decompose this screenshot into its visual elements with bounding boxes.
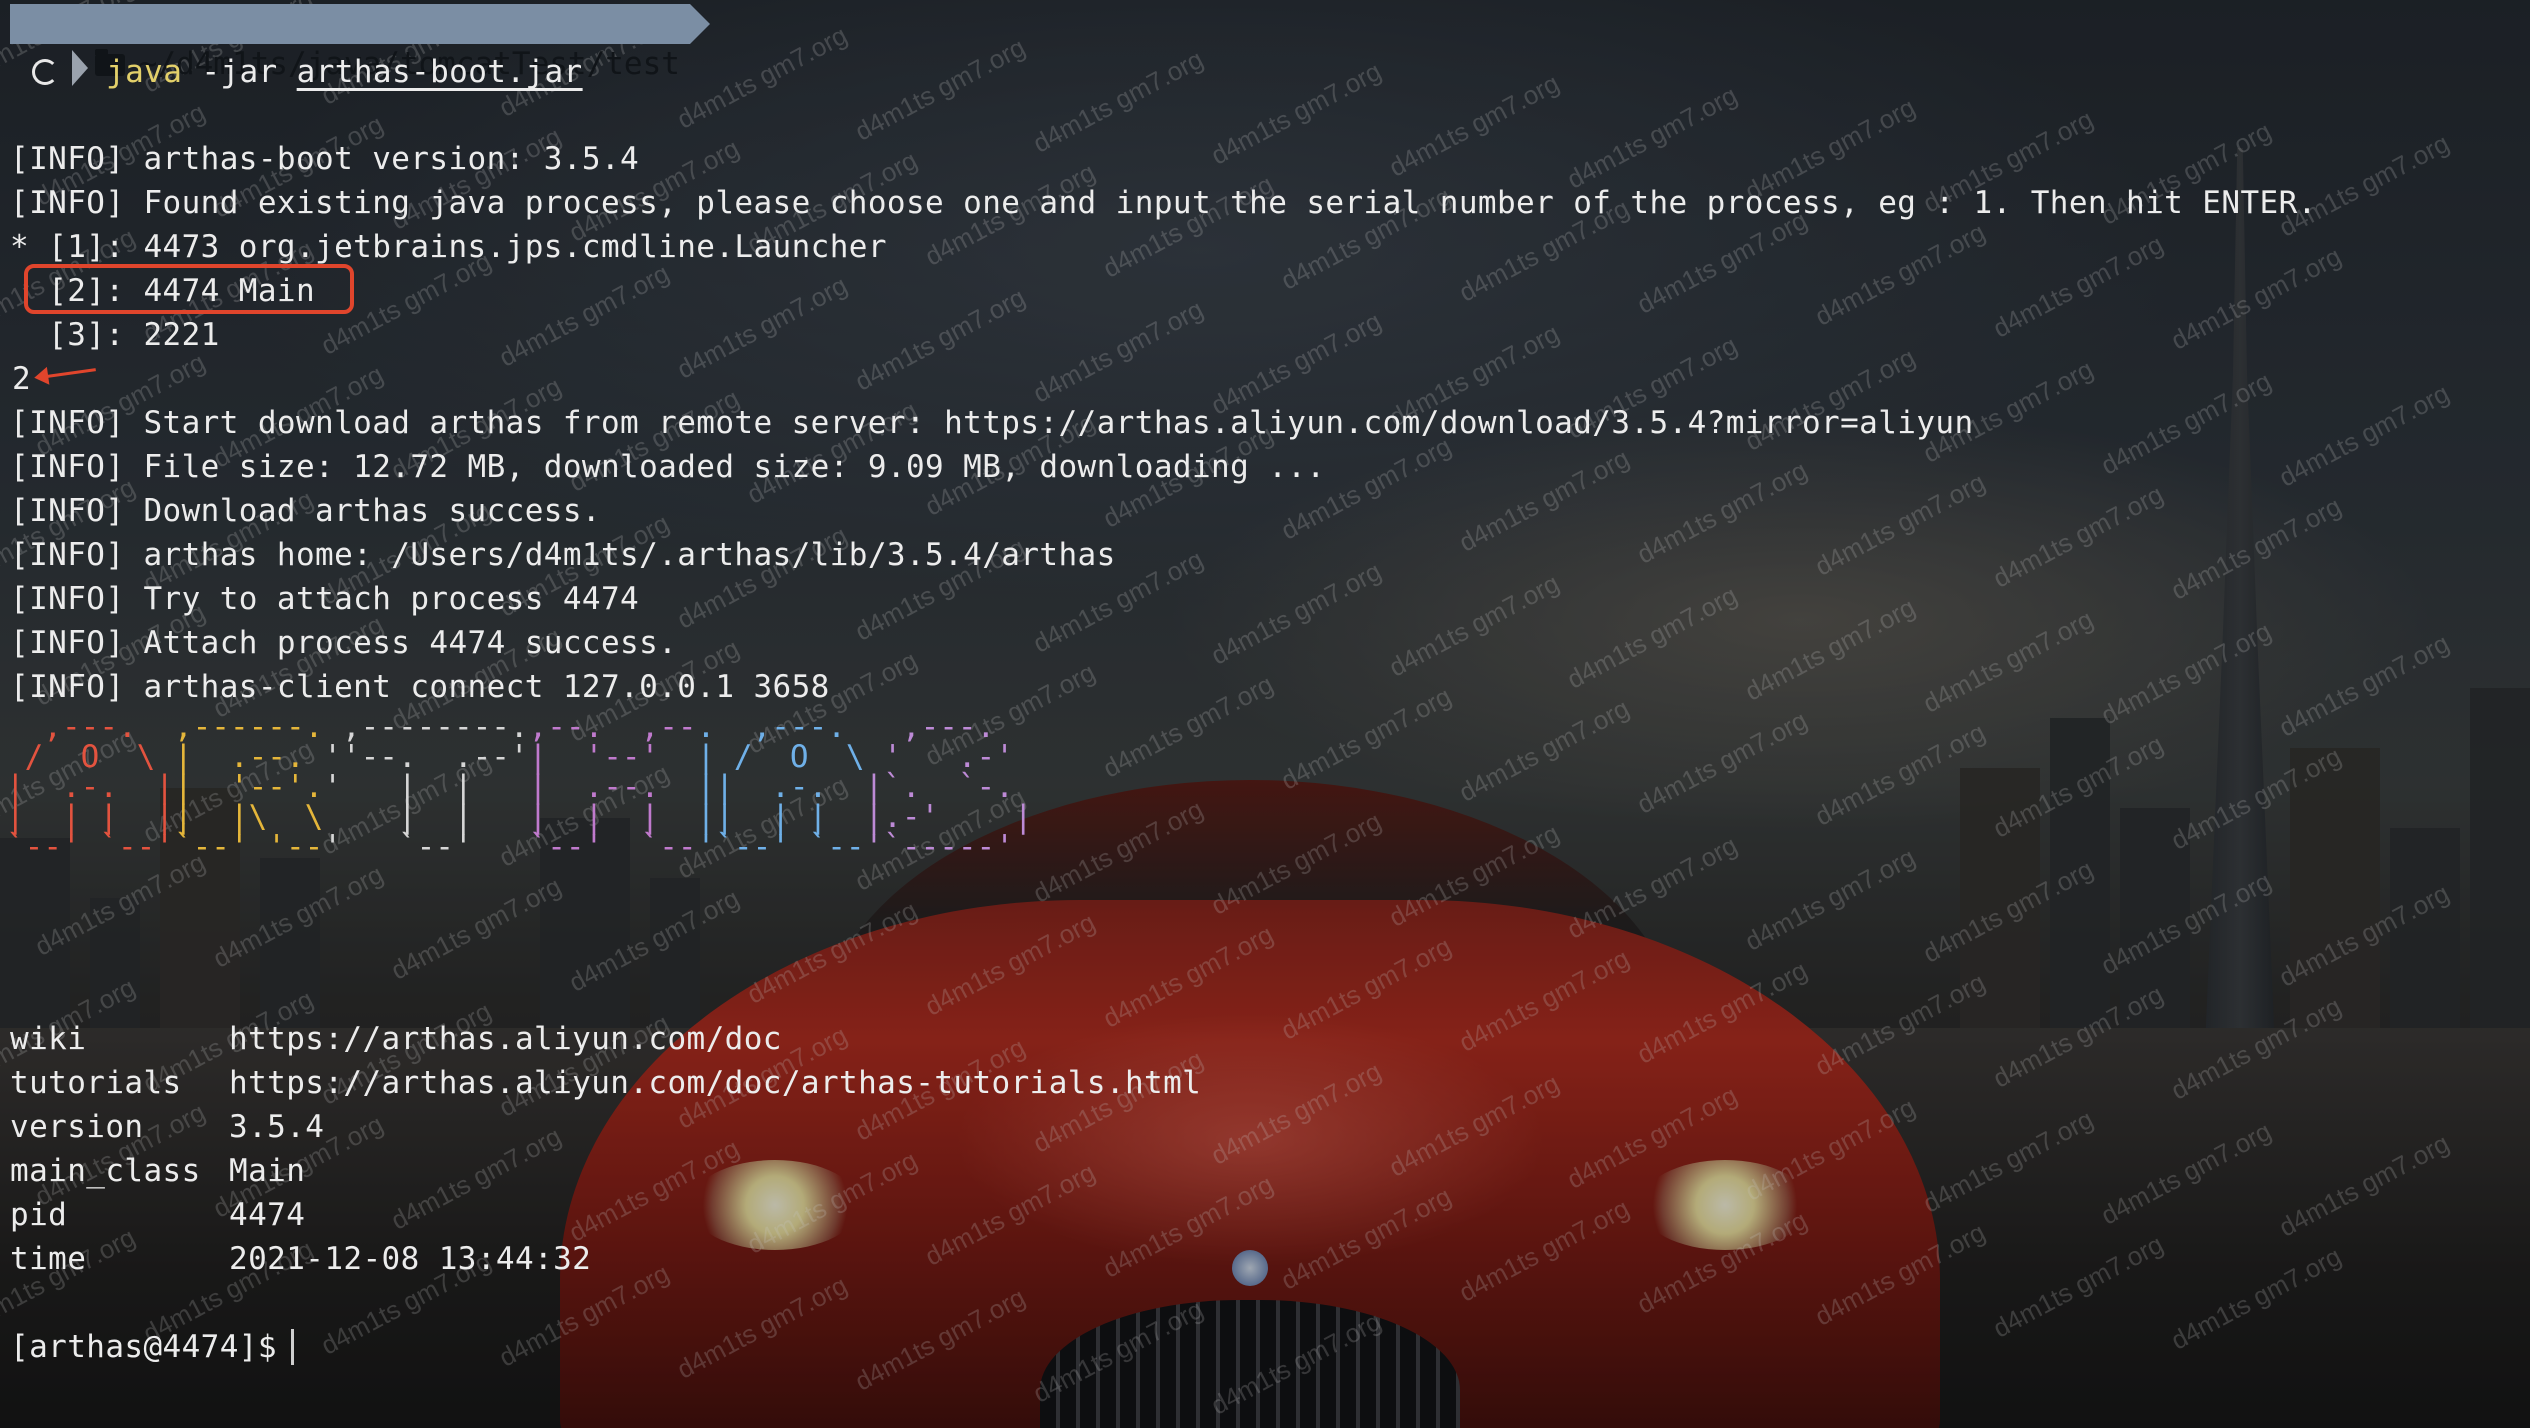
log-line: [INFO] Download arthas success. — [10, 493, 601, 529]
log-line: [INFO] File size: 12.72 MB, downloaded s… — [10, 449, 1326, 485]
user-input: 2 — [12, 361, 32, 397]
banner-letter-segment: ' `--' — [323, 829, 529, 865]
process-option: * [1]: 4473 org.jetbrains.jps.cmdline.La… — [10, 229, 887, 265]
banner-letter-segment: '`-----' — [864, 829, 1014, 865]
prompt-arrow-icon — [72, 50, 88, 86]
banner-letter-segment: `--' `--' — [6, 829, 174, 865]
info-value: 4474 — [229, 1197, 306, 1233]
info-value[interactable]: https://arthas.aliyun.com/doc/arthas-tut… — [229, 1065, 1201, 1101]
shell-prompt-line[interactable]: [arthas@4474]$ — [10, 1325, 294, 1369]
terminal-window[interactable]: ~/d4m1ts/java/tomcatTest/test java -jar … — [0, 0, 2530, 1428]
highlight-box — [24, 264, 354, 314]
info-key: pid — [10, 1197, 68, 1233]
banner-row: `--' `--'`--' '--' `--' `--' `--'`--' `-… — [6, 829, 1014, 865]
output-version-line: [INFO] arthas-boot version: 3.5.4 — [10, 141, 640, 177]
info-key: main_class — [10, 1153, 201, 1189]
command-argument: arthas-boot.jar — [296, 54, 583, 90]
info-row: main_class Main — [10, 1149, 305, 1193]
info-value: 2021-12-08 13:44:32 — [229, 1241, 592, 1277]
log-line: [INFO] Attach process 4474 success. — [10, 625, 678, 661]
shell-prompt: [arthas@4474]$ — [10, 1329, 277, 1365]
git-status-icon — [32, 59, 58, 85]
info-value: 3.5.4 — [229, 1109, 325, 1145]
info-row: version 3.5.4 — [10, 1105, 324, 1149]
log-line: [INFO] arthas home: /Users/d4m1ts/.artha… — [10, 537, 1116, 573]
info-row: wiki https://arthas.aliyun.com/doc — [10, 1017, 782, 1061]
info-key: wiki — [10, 1021, 87, 1057]
info-row: time 2021-12-08 13:44:32 — [10, 1237, 591, 1281]
info-key: version — [10, 1109, 144, 1145]
banner-letter-segment: '`--' `-- — [696, 829, 865, 865]
log-line: [INFO] arthas-client connect 127.0.0.1 3… — [10, 669, 830, 705]
banner-letter-segment: `--' `-- — [528, 829, 697, 865]
info-key: tutorials — [10, 1065, 182, 1101]
info-value: Main — [229, 1153, 306, 1189]
info-row: tutorials https://arthas.aliyun.com/doc/a… — [10, 1061, 1201, 1105]
command-flags: -jar — [182, 54, 297, 90]
info-key: time — [10, 1241, 87, 1277]
prompt-path-segment: ~/d4m1ts/java/tomcatTest/test — [10, 4, 710, 82]
arthas-ascii-banner: ,---. ,------. ,--------.,--. ,--. ,---.… — [6, 712, 1033, 865]
text-cursor — [290, 1329, 294, 1365]
banner-letter-segment: `--' '-- — [173, 829, 324, 865]
process-option: [3]: 2221 — [10, 317, 220, 353]
command-program: java — [106, 54, 183, 90]
output-found-line: [INFO] Found existing java process, plea… — [10, 185, 2317, 221]
red-arrow-annotation — [40, 368, 96, 379]
info-row: pid 4474 — [10, 1193, 305, 1237]
command-line: java -jar arthas-boot.jar — [10, 50, 583, 94]
log-line: [INFO] Try to attach process 4474 — [10, 581, 640, 617]
info-value[interactable]: https://arthas.aliyun.com/doc — [229, 1021, 782, 1057]
log-line: [INFO] Start download arthas from remote… — [10, 405, 1974, 441]
